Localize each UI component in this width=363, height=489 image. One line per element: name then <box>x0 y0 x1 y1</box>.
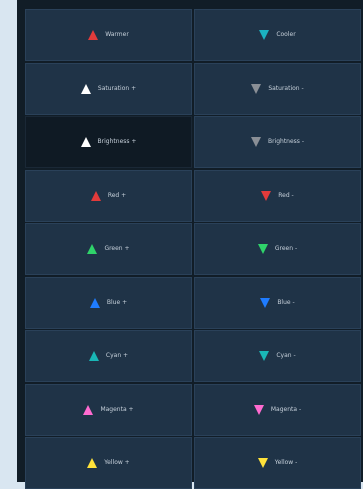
cyan-plus-button[interactable]: Cyan + <box>25 330 192 382</box>
color-adjust-panel: Warmer Cooler Saturation + Saturation - … <box>17 0 363 489</box>
triangle-up-icon <box>80 137 91 147</box>
triangle-down-icon <box>250 137 261 147</box>
warmer-button[interactable]: Warmer <box>25 9 192 61</box>
triangle-down-icon <box>260 297 271 308</box>
blue-minus-button[interactable]: Blue - <box>194 276 361 329</box>
triangle-down-icon <box>251 83 262 94</box>
cyan-minus-label: Cyan - <box>276 352 296 359</box>
saturation-plus-button[interactable]: Saturation + <box>25 62 192 115</box>
yellow-minus-button[interactable]: Yellow - <box>194 437 361 489</box>
triangle-up-icon <box>90 190 101 201</box>
brightness-minus-label: Brightness - <box>267 138 305 145</box>
triangle-up-icon <box>87 244 98 254</box>
blue-minus-label: Blue - <box>277 298 295 306</box>
triangle-up-icon <box>89 297 100 308</box>
triangle-down-icon <box>257 244 268 254</box>
magenta-plus-label: Magenta + <box>100 405 134 413</box>
blue-plus-button[interactable]: Blue + <box>25 276 192 329</box>
saturation-plus-label: Saturation + <box>97 84 137 92</box>
triangle-down-icon <box>261 190 272 201</box>
blue-plus-label: Blue + <box>106 298 128 306</box>
adjust-button-grid: Warmer Cooler Saturation + Saturation - … <box>25 9 363 489</box>
yellow-plus-button[interactable]: Yellow + <box>25 437 192 489</box>
yellow-plus-label: Yellow + <box>104 459 130 466</box>
triangle-up-icon <box>83 404 94 415</box>
brightness-plus-label: Brightness + <box>97 138 137 145</box>
red-minus-label: Red - <box>278 191 294 199</box>
triangle-down-icon <box>257 458 268 468</box>
triangle-down-icon <box>253 404 264 415</box>
triangle-up-icon <box>87 458 98 468</box>
green-minus-button[interactable]: Green - <box>194 223 361 275</box>
magenta-minus-label: Magenta - <box>270 405 302 413</box>
magenta-plus-button[interactable]: Magenta + <box>25 383 192 436</box>
red-plus-button[interactable]: Red + <box>25 169 192 222</box>
cooler-button[interactable]: Cooler <box>194 9 361 61</box>
triangle-up-icon <box>88 30 99 40</box>
red-plus-label: Red + <box>107 191 127 199</box>
green-plus-button[interactable]: Green + <box>25 223 192 275</box>
cooler-label: Cooler <box>276 31 296 38</box>
brightness-minus-button[interactable]: Brightness - <box>194 116 361 168</box>
triangle-down-icon <box>259 30 270 40</box>
magenta-minus-button[interactable]: Magenta - <box>194 383 361 436</box>
red-minus-button[interactable]: Red - <box>194 169 361 222</box>
warmer-label: Warmer <box>105 31 129 38</box>
triangle-down-icon <box>259 351 270 361</box>
cyan-minus-button[interactable]: Cyan - <box>194 330 361 382</box>
triangle-up-icon <box>80 83 91 94</box>
brightness-plus-button[interactable]: Brightness + <box>25 116 192 168</box>
yellow-minus-label: Yellow - <box>274 459 298 466</box>
saturation-minus-label: Saturation - <box>268 84 304 92</box>
cyan-plus-label: Cyan + <box>105 352 129 359</box>
green-minus-label: Green - <box>274 245 298 252</box>
triangle-up-icon <box>88 351 99 361</box>
green-plus-label: Green + <box>104 245 130 252</box>
saturation-minus-button[interactable]: Saturation - <box>194 62 361 115</box>
